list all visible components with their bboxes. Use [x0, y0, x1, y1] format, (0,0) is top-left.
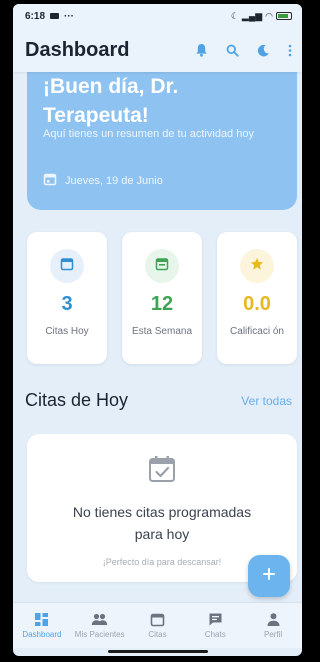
empty-title: No tienes citas programadas para hoy	[72, 504, 252, 542]
search-icon[interactable]	[226, 44, 239, 57]
dark-mode-icon[interactable]	[257, 44, 270, 57]
nav-dashboard[interactable]: Dashboard	[13, 612, 70, 639]
app-header: Dashboard	[13, 28, 302, 72]
calendar-icon	[43, 172, 57, 189]
status-bar: 6:18 ··· ☾ ▂▄▆ ◠	[13, 4, 302, 28]
star-icon	[250, 257, 264, 276]
nav-patients[interactable]: Mis Pacientes	[71, 612, 128, 639]
nav-appointments[interactable]: Citas	[129, 612, 186, 639]
bottom-nav: Dashboard Mis Pacientes Citas Chats Perf…	[13, 602, 302, 648]
plus-icon	[262, 567, 276, 586]
welcome-card: ¡Buen día, Dr. Terapeuta! Aquí tienes un…	[27, 72, 297, 210]
stat-card-week[interactable]: 12 Esta Semana	[122, 232, 202, 364]
person-icon	[266, 612, 281, 627]
stat-label: Citas Hoy	[45, 326, 89, 337]
nav-label: Mis Pacientes	[74, 630, 125, 639]
section-title: Citas de Hoy	[25, 390, 129, 410]
stat-value: 3	[61, 293, 73, 315]
calendar-icon	[60, 257, 74, 276]
stat-icon-wrap	[240, 249, 274, 283]
more-icon[interactable]	[288, 44, 292, 57]
greeting-text: ¡Buen día, Dr. Terapeuta!	[43, 75, 179, 127]
home-indicator	[108, 650, 208, 653]
calendar-week-icon	[155, 257, 169, 276]
nav-label: Perfil	[263, 630, 283, 639]
status-time: 6:18	[25, 10, 46, 22]
stat-label: Esta Semana	[131, 326, 193, 337]
add-appointment-button[interactable]	[248, 555, 290, 597]
calendar-icon	[150, 612, 165, 627]
date-row: Jueves, 19 de Junio	[43, 172, 163, 189]
stat-card-today[interactable]: 3 Citas Hoy	[27, 232, 107, 364]
stat-value: 12	[150, 293, 174, 315]
stat-label: Calificaci ón	[230, 326, 284, 337]
chat-icon	[208, 612, 223, 627]
date-text: Jueves, 19 de Junio	[65, 174, 163, 187]
dashboard-content[interactable]: ¡Buen día, Dr. Terapeuta! Aquí tienes un…	[13, 72, 302, 602]
nav-label: Dashboard	[22, 630, 62, 639]
stat-icon-wrap	[50, 249, 84, 283]
nav-label: Chats	[204, 630, 226, 639]
nav-profile[interactable]: Perfil	[245, 612, 302, 639]
wifi-icon: ◠	[265, 10, 273, 21]
alarm-icon: ☾	[230, 10, 239, 21]
signal-icon: ▂▄▆	[241, 10, 263, 21]
appointments-header: Citas de Hoy Ver todas	[25, 390, 292, 411]
summary-text: Aquí tienes un resumen de tu actividad h…	[43, 128, 254, 140]
battery-icon	[276, 12, 292, 20]
page-title: Dashboard	[25, 38, 130, 61]
stats-row: 3 Citas Hoy 12 Esta Semana 0.0 Calificac…	[27, 232, 297, 366]
people-icon	[91, 612, 108, 627]
empty-subtitle: ¡Perfecto día para descansar!	[102, 557, 222, 567]
status-indicators: ···	[64, 10, 75, 22]
bell-icon[interactable]	[195, 43, 208, 57]
notification-icon	[50, 13, 60, 19]
dashboard-icon	[34, 612, 49, 627]
nav-label: Citas	[148, 630, 167, 639]
calendar-check-icon	[147, 454, 177, 489]
see-all-link[interactable]: Ver todas	[241, 394, 292, 408]
stat-icon-wrap	[145, 249, 179, 283]
phone-screen: 6:18 ··· ☾ ▂▄▆ ◠ Dashboard ¡Buen día, Dr…	[13, 4, 302, 656]
stat-value: 0.0	[243, 293, 271, 315]
nav-chats[interactable]: Chats	[187, 612, 244, 639]
stat-card-rating[interactable]: 0.0 Calificaci ón	[217, 232, 297, 364]
